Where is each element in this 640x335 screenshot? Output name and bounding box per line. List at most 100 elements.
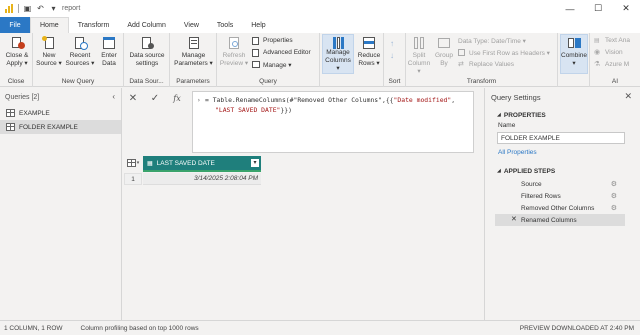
title-bar: ▣ ↶ ▾ report — ☐ ✕ xyxy=(0,0,640,17)
column-header-label: LAST SAVED DATE xyxy=(156,159,215,167)
commit-formula-icon[interactable]: ✓ xyxy=(150,93,160,104)
replace-values-button[interactable]: ⇄ Replace Values xyxy=(458,60,514,69)
group-by-icon xyxy=(436,35,452,51)
step-source[interactable]: Source ⚙ xyxy=(495,178,625,190)
query-name-input[interactable]: FOLDER EXAMPLE xyxy=(497,132,625,144)
ribbon: Close & Apply ▾ Close New Source ▾ Recen… xyxy=(0,33,640,87)
query-item-label: FOLDER EXAMPLE xyxy=(19,123,78,131)
group-close: Close & Apply ▾ Close xyxy=(0,33,33,87)
enter-data-label: Enter xyxy=(101,52,117,59)
split-column-button[interactable]: Split Column ▾ xyxy=(408,35,430,76)
formula-bar-buttons: ✕ ✓ fx xyxy=(128,93,182,104)
refresh-preview-label-2: Preview ▾ xyxy=(219,60,249,67)
group-transform: Split Column ▾ Group By Data Type: Date/… xyxy=(406,33,558,87)
vision-icon: ◉ xyxy=(594,48,601,56)
tab-file[interactable]: File xyxy=(0,17,30,33)
group-label-new-query: New Query xyxy=(61,78,95,85)
group-label-ai: AI xyxy=(611,78,619,85)
use-first-row-button[interactable]: Use First Row as Headers ▾ xyxy=(458,48,550,57)
undo-icon[interactable]: ↶ xyxy=(36,4,45,13)
new-source-button[interactable]: New Source ▾ xyxy=(35,35,63,68)
close-icon[interactable]: ✕ xyxy=(624,91,632,102)
properties-icon xyxy=(252,36,260,45)
reduce-rows-icon xyxy=(361,35,377,51)
gear-icon[interactable]: ⚙ xyxy=(611,204,617,212)
tab-transform[interactable]: Transform xyxy=(69,17,119,33)
manage-parameters-button[interactable]: Manage Parameters ▾ xyxy=(172,35,215,68)
customize-toolbar-icon[interactable]: ▾ xyxy=(49,4,58,13)
step-filtered-rows[interactable]: Filtered Rows ⚙ xyxy=(495,190,625,202)
formula-editor[interactable]: › = Table.RenameColumns(#"Removed Other … xyxy=(192,91,474,153)
datetime-type-icon[interactable]: ▦ xyxy=(147,160,153,167)
group-label-sort: Sort xyxy=(388,78,401,85)
close-window-button[interactable]: ✕ xyxy=(612,0,640,17)
formula-line-2: "LAST SAVED DATE"}}) xyxy=(215,106,292,114)
text-analytics-button[interactable]: ▤ Text Ana xyxy=(594,36,630,45)
recent-sources-button[interactable]: Recent Sources ▾ xyxy=(65,35,95,68)
settings-title: Query Settings xyxy=(491,92,541,102)
enter-data-button[interactable]: Enter Data xyxy=(96,35,122,68)
azure-ml-button[interactable]: ⚗ Azure M xyxy=(594,60,629,69)
delete-step-icon[interactable]: ✕ xyxy=(511,215,517,223)
table-cell[interactable]: 3/14/2025 2:08:04 PM xyxy=(143,173,261,185)
combine-button[interactable]: Combine ▾ xyxy=(560,34,588,74)
group-ai: ▤ Text Ana ◉ Vision ⚗ Azure M AI xyxy=(590,33,640,87)
sort-descending-icon[interactable]: ↓ xyxy=(390,51,394,60)
manage-columns-label: Manage xyxy=(326,49,350,56)
advanced-editor-button[interactable]: Advanced Editor xyxy=(252,48,311,57)
settings-header: Query Settings ✕ xyxy=(485,88,640,106)
column-header[interactable]: ▦ LAST SAVED DATE ▾ xyxy=(143,156,261,170)
applied-steps-header[interactable]: ◢ APPLIED STEPS xyxy=(485,164,640,178)
refresh-preview-button[interactable]: Refresh Preview ▾ xyxy=(219,35,249,68)
manage-query-button[interactable]: Manage ▾ xyxy=(252,60,292,69)
minimize-button[interactable]: — xyxy=(556,0,584,17)
step-removed-other-columns[interactable]: Removed Other Columns ⚙ xyxy=(495,202,625,214)
data-type-dropdown[interactable]: Data Type: Date/Time ▾ xyxy=(458,36,526,45)
group-manage-columns: Manage Columns ▾ Reduce Rows ▾ xyxy=(320,33,384,87)
gear-icon[interactable]: ⚙ xyxy=(611,180,617,188)
reduce-rows-button[interactable]: Reduce Rows ▾ xyxy=(356,35,382,68)
all-properties-link[interactable]: All Properties xyxy=(485,146,640,160)
vision-button[interactable]: ◉ Vision xyxy=(594,48,623,57)
preview-download-status: PREVIEW DOWNLOADED AT 2:40 PM xyxy=(519,324,634,332)
tab-help[interactable]: Help xyxy=(242,17,274,33)
use-first-row-label: Use First Row as Headers ▾ xyxy=(469,49,550,57)
refresh-icon xyxy=(226,35,242,51)
step-renamed-columns[interactable]: ✕ Renamed Columns xyxy=(495,214,625,226)
query-item-folder-example[interactable]: FOLDER EXAMPLE xyxy=(0,120,121,134)
manage-columns-button[interactable]: Manage Columns ▾ xyxy=(322,34,354,74)
tab-tools[interactable]: Tools xyxy=(208,17,242,33)
ribbon-tabs: File Home Transform Add Column View Tool… xyxy=(0,17,640,33)
data-source-settings-label-2: settings xyxy=(135,60,159,67)
cancel-formula-icon[interactable]: ✕ xyxy=(128,93,138,104)
sort-ascending-icon[interactable]: ↑ xyxy=(390,39,394,48)
close-apply-button[interactable]: Close & Apply ▾ xyxy=(3,35,31,68)
group-by-label-2: By xyxy=(440,60,448,67)
function-fx-icon[interactable]: fx xyxy=(172,94,182,103)
advanced-editor-icon xyxy=(252,48,260,57)
properties-button[interactable]: Properties xyxy=(252,36,293,45)
properties-label: Properties xyxy=(263,37,293,44)
filter-dropdown-icon[interactable]: ▾ xyxy=(251,159,259,167)
table-options-icon[interactable]: ▾ xyxy=(124,156,142,170)
maximize-button[interactable]: ☐ xyxy=(584,0,612,17)
group-label-transform: Transform xyxy=(466,78,497,85)
save-icon[interactable]: ▣ xyxy=(23,4,32,13)
collapse-chevron-icon[interactable]: ‹ xyxy=(112,92,115,101)
expand-formula-icon[interactable]: › xyxy=(197,96,201,106)
divider xyxy=(18,4,19,13)
tab-home[interactable]: Home xyxy=(30,17,69,33)
tab-add-column[interactable]: Add Column xyxy=(118,17,175,33)
combine-label: Combine xyxy=(561,52,588,59)
gear-icon[interactable]: ⚙ xyxy=(611,192,617,200)
data-source-settings-button[interactable]: Data source settings xyxy=(126,35,168,68)
table-icon xyxy=(6,109,15,117)
tab-view[interactable]: View xyxy=(175,17,208,33)
queries-pane: Queries [2] ‹ EXAMPLE FOLDER EXAMPLE xyxy=(0,88,122,320)
properties-section-header[interactable]: ◢ PROPERTIES xyxy=(485,108,640,122)
query-item-example[interactable]: EXAMPLE xyxy=(0,106,121,120)
window-title: report xyxy=(62,5,81,12)
column-profiling-status[interactable]: Column profiling based on top 1000 rows xyxy=(63,325,199,332)
reduce-rows-label-2: Rows ▾ xyxy=(358,60,380,67)
group-by-button[interactable]: Group By xyxy=(433,35,455,68)
